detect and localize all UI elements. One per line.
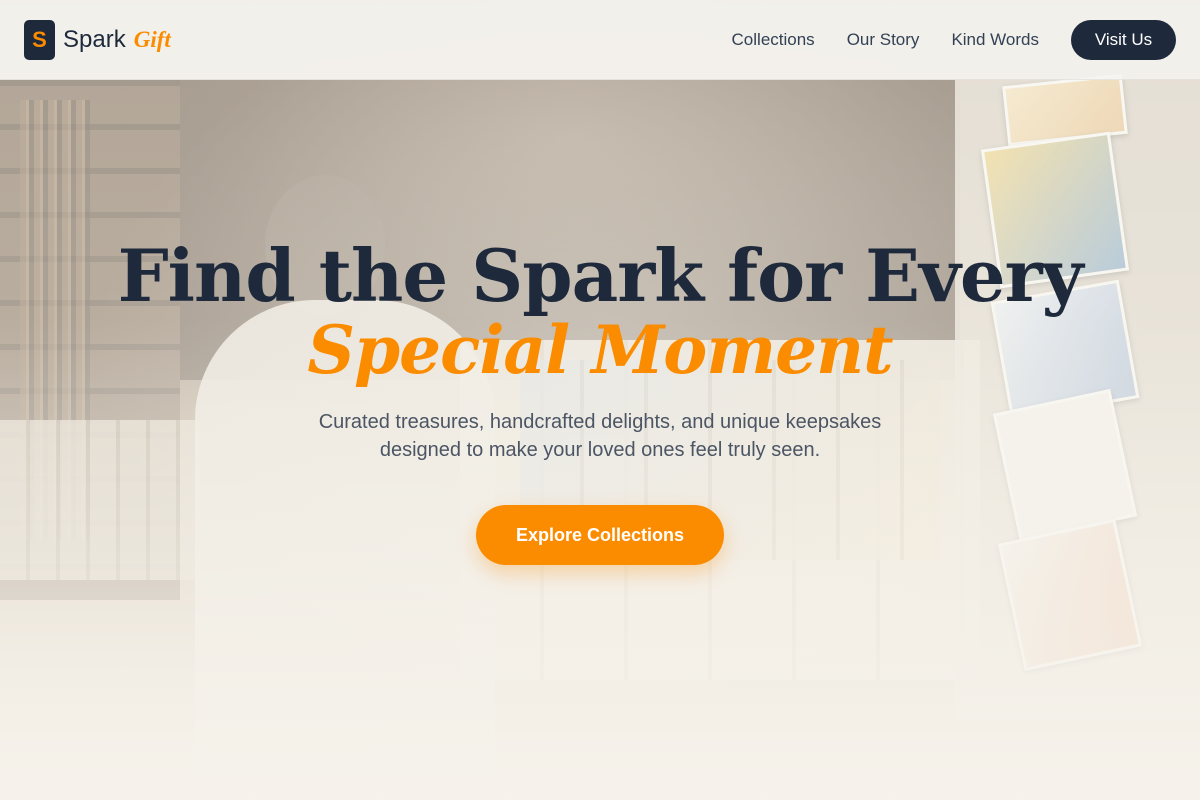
nav-link-our-story[interactable]: Our Story — [847, 30, 920, 50]
brand-accent-word: Gift — [133, 26, 171, 52]
hero-title-highlight: Special Moment — [307, 311, 893, 389]
hero-section: Find the Spark for Every Special Moment … — [0, 0, 1200, 800]
site-header: S Spark Gift Collections Our Story Kind … — [0, 0, 1200, 80]
nav-link-kind-words[interactable]: Kind Words — [951, 30, 1039, 50]
brand-name: Spark — [63, 25, 126, 53]
visit-us-button[interactable]: Visit Us — [1071, 19, 1176, 60]
hero-title-line1: Find the Spark for Every — [117, 233, 1084, 318]
brand-logo[interactable]: S Spark Gift — [24, 19, 171, 60]
main-nav: Collections Our Story Kind Words Visit U… — [732, 19, 1176, 60]
nav-link-collections[interactable]: Collections — [732, 30, 815, 50]
logo-mark: S — [24, 19, 55, 60]
hero-subtitle: Curated treasures, handcrafted delights,… — [260, 408, 940, 464]
hero-subtitle-line2: designed to make your loved ones feel tr… — [379, 439, 821, 461]
hero-subtitle-line1: Curated treasures, handcrafted delights,… — [318, 411, 882, 433]
explore-collections-button[interactable]: Explore Collections — [476, 505, 724, 565]
